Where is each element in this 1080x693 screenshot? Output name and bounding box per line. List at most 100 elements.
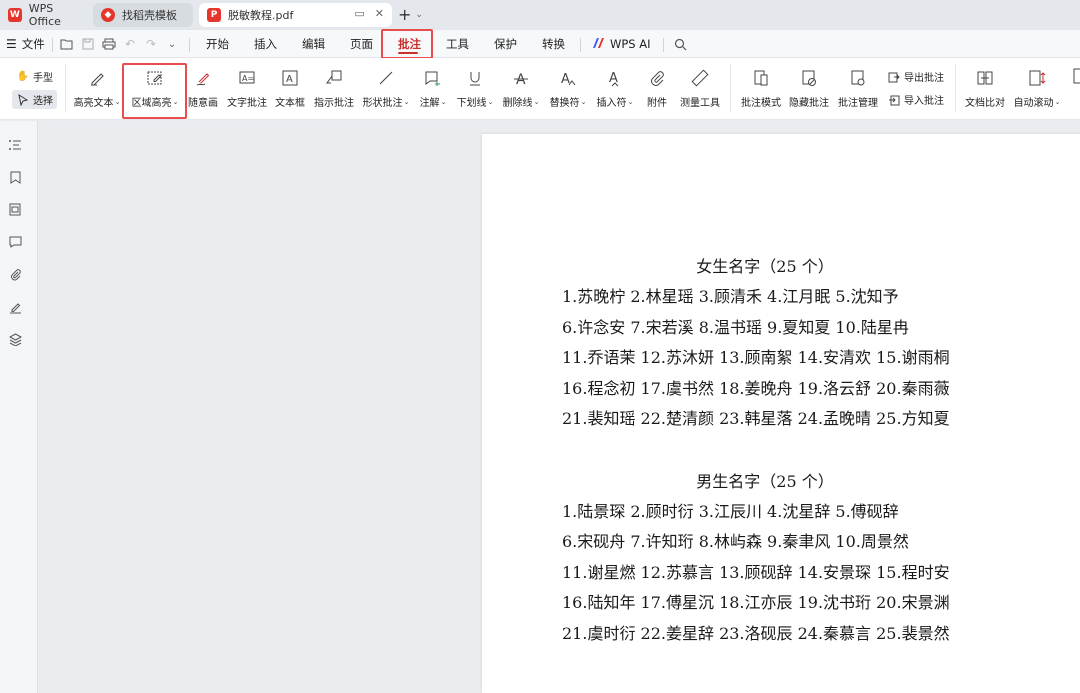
layers-icon[interactable] — [7, 331, 23, 347]
chevron-down-icon: ⌄ — [114, 97, 121, 106]
highlighter-icon — [86, 67, 108, 89]
name-line: 6.许念安 7.宋若溪 8.温书瑶 9.夏知夏 10.陆星冉 — [562, 317, 909, 337]
chevron-down-icon: ⌄ — [1054, 97, 1061, 106]
freehand-draw-label: 随意画 — [188, 98, 218, 109]
freehand-draw-button[interactable]: 随意画 — [186, 58, 220, 118]
bookmark-icon[interactable] — [7, 169, 23, 185]
search-icon[interactable] — [672, 36, 688, 52]
print-icon[interactable] — [101, 36, 117, 52]
section-title: 女生名字（25 个） — [696, 257, 834, 276]
annotation-mode-icon — [750, 67, 772, 89]
file-menu[interactable]: ☰ 文件 — [6, 30, 45, 58]
thumbnail-icon[interactable] — [7, 201, 23, 217]
name-line: 1.陆景琛 2.顾时衍 3.江辰川 4.沈星辞 5.傅砚辞 — [562, 501, 899, 521]
document-compare-button[interactable]: 文档比对 — [963, 58, 1007, 118]
callout-annotation-label: 指示批注 — [314, 98, 354, 109]
tab-page[interactable]: 页面 — [350, 30, 373, 58]
save-icon[interactable] — [80, 36, 96, 52]
note-label: 注解 — [419, 98, 440, 109]
annotation-manager-button[interactable]: 批注管理 — [836, 58, 880, 118]
select-tool-button[interactable]: 选择 — [12, 90, 57, 109]
tab-edit[interactable]: 编辑 — [302, 30, 325, 58]
tab-wps-office[interactable]: W WPS Office — [0, 2, 88, 28]
strikethrough-button[interactable]: A 删除线 ⌄ — [501, 58, 541, 118]
note-button[interactable]: 注解 ⌄ — [417, 58, 449, 118]
auto-scroll-button[interactable]: 自动滚动 ⌄ — [1012, 58, 1062, 118]
attachment-icon[interactable] — [7, 266, 23, 282]
underline-button[interactable]: 下划线 ⌄ — [455, 58, 495, 118]
highlight-text-label: 高亮文本 — [73, 98, 114, 109]
chevron-down-icon: ⌄ — [580, 97, 587, 106]
callout-icon — [323, 67, 345, 89]
attachment-label: 附件 — [647, 98, 667, 109]
tab-convert[interactable]: 转换 — [542, 30, 565, 58]
tab-start[interactable]: 开始 — [206, 30, 229, 58]
chevron-down-icon: ⌄ — [487, 97, 494, 106]
docer-icon: ◆ — [101, 8, 115, 22]
chevron-down-icon: ⌄ — [403, 97, 410, 106]
replace-mark-button[interactable]: A 替换符 ⌄ — [548, 58, 588, 118]
section-title: 男生名字（25 个） — [696, 471, 834, 491]
shape-annotation-label: 形状批注 — [362, 98, 403, 109]
wps-ai-label: WPS AI — [610, 37, 651, 51]
shape-annotation-button[interactable]: 形状批注 ⌄ — [361, 58, 411, 118]
highlight-text-button[interactable]: 高亮文本 ⌄ — [74, 58, 120, 118]
redo-icon[interactable]: ↷ — [143, 36, 159, 52]
insert-mark-button[interactable]: A 插入符 ⌄ — [595, 58, 635, 118]
text-annotation-button[interactable]: A= 文字批注 — [225, 58, 269, 118]
tab-protect[interactable]: 保护 — [494, 30, 517, 58]
outline-icon[interactable] — [7, 137, 23, 153]
text-box-label: 文本框 — [275, 98, 305, 109]
strikethrough-icon: A — [510, 67, 532, 89]
pdf-page[interactable]: 女生名字（25 个） 1.苏晚柠 2.林星瑶 3.顾清禾 4.江月眠 5.沈知予… — [482, 134, 1080, 693]
annotation-mode-label: 批注模式 — [741, 98, 781, 109]
open-folder-icon[interactable] — [59, 36, 75, 52]
tab-insert[interactable]: 插入 — [254, 30, 277, 58]
annotate-tab-highlight-box — [381, 29, 433, 59]
text-box-button[interactable]: A 文本框 — [273, 58, 307, 118]
divider — [730, 64, 731, 112]
name-line: 1.苏晚柠 2.林星瑶 3.顾清禾 4.江月眠 5.沈知予 — [562, 287, 899, 306]
wps-logo-icon: W — [8, 8, 22, 22]
svg-text:A: A — [286, 74, 293, 85]
more-tool-icon[interactable] — [1072, 67, 1080, 89]
measure-tool-button[interactable]: 测量工具 — [678, 58, 722, 118]
tab-tools[interactable]: 工具 — [446, 30, 469, 58]
annotation-mode-button[interactable]: 批注模式 — [739, 58, 783, 118]
divider — [955, 64, 956, 112]
tab-document[interactable]: P 脱敏教程.pdf ▭ ✕ — [199, 3, 392, 27]
hand-icon: ✋ — [16, 71, 30, 82]
file-menu-label: 文件 — [21, 37, 45, 51]
chevron-down-icon: ⌄ — [440, 97, 447, 106]
undo-icon[interactable]: ↶ — [122, 36, 138, 52]
chevron-down-icon[interactable]: ⌄ — [164, 36, 180, 52]
close-tab-icon[interactable]: ✕ — [375, 7, 384, 20]
replace-mark-icon: A — [557, 67, 579, 89]
tab-label: WPS Office — [28, 2, 61, 28]
underline-label: 下划线 — [456, 98, 487, 109]
compare-icon — [974, 67, 996, 89]
wps-ai-button[interactable]: WPS AI — [592, 30, 651, 58]
hand-tool-button[interactable]: ✋ 手型 — [16, 69, 53, 84]
screen-icon[interactable]: ▭ — [354, 7, 364, 20]
wps-ai-icon — [592, 37, 606, 52]
title-bar: W WPS Office ◆ 找稻壳模板 P 脱敏教程.pdf ▭ ✕ + ⌄ — [0, 0, 1080, 30]
attachment-button[interactable]: 附件 — [643, 58, 671, 118]
import-annotations-button[interactable]: 导入批注 — [887, 92, 944, 107]
new-tab-button[interactable]: + ⌄ — [398, 5, 423, 24]
divider — [580, 38, 581, 52]
export-annotations-button[interactable]: 导出批注 — [887, 69, 944, 84]
import-annotations-label: 导入批注 — [904, 96, 944, 107]
tab-template[interactable]: ◆ 找稻壳模板 — [93, 3, 193, 27]
svg-text:A=: A= — [242, 74, 254, 83]
annotation-manager-label: 批注管理 — [838, 98, 878, 109]
auto-scroll-label: 自动滚动 — [1013, 98, 1054, 109]
signature-icon[interactable] — [7, 299, 23, 315]
hide-annotations-button[interactable]: 隐藏批注 — [787, 58, 831, 118]
text-comment-icon: A= — [236, 67, 258, 89]
chevron-down-icon: ⌄ — [415, 9, 423, 20]
callout-annotation-button[interactable]: 指示批注 — [312, 58, 356, 118]
comment-icon[interactable] — [7, 234, 23, 250]
menu-bar: ☰ 文件 ↶ ↷ ⌄ 开始 插入 编辑 页面 批注 工具 保护 转换 WPS A… — [0, 30, 1080, 58]
pdf-file-icon: P — [207, 8, 221, 22]
